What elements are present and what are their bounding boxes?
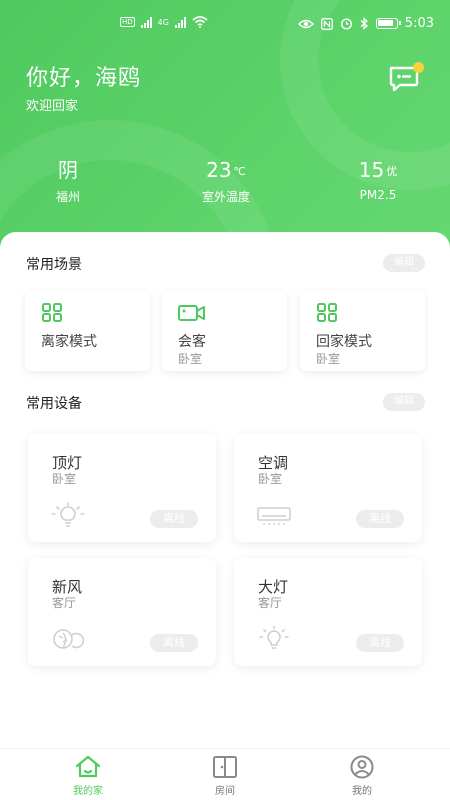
bulb-icon: [259, 626, 289, 649]
fresh-air-icon: [53, 629, 85, 649]
profile-icon: [350, 755, 374, 779]
status-badge: 离线: [150, 634, 198, 652]
temperature-value: 23: [206, 158, 232, 182]
pm25-value: 15: [358, 158, 385, 182]
tab-rooms[interactable]: 房间: [185, 755, 265, 797]
tab-label: 我的家: [73, 786, 103, 797]
bottom-tab-bar: 我的家 房间 我的: [0, 748, 450, 800]
alarm-icon: [340, 18, 352, 30]
tab-label: 我的: [352, 786, 372, 797]
device-card-main-light[interactable]: 大灯 客厅 离线: [234, 558, 422, 666]
tab-my-home[interactable]: 我的家: [48, 755, 128, 797]
main-panel: 常用场景 编辑 离家模式 会客 卧室 回家模式 卧室 常用设备 编辑 顶灯 卧室…: [0, 232, 450, 752]
status-bar: HD 4G 5:03: [0, 0, 450, 52]
weather-condition-value: 阴: [58, 158, 78, 182]
scene-room: 卧室: [316, 352, 341, 366]
scene-name: 回家模式: [316, 334, 372, 350]
ceiling-light-icon: [51, 502, 85, 527]
weather-pm25: 15 优 PM2.5: [340, 156, 416, 202]
weather-city: 福州: [55, 190, 80, 204]
video-icon: [178, 305, 205, 321]
device-room: 客厅: [52, 596, 77, 610]
header-banner: HD 4G 5:03 你好，海鸥 欢迎回家 阴 福州 23 ℃ 室外温度 15 …: [0, 0, 450, 260]
status-network: HD 4G: [120, 16, 208, 28]
battery-icon: [375, 18, 401, 29]
scenes-section-title: 常用场景: [26, 257, 82, 273]
temperature-label: 室外温度: [201, 190, 250, 204]
status-badge: 离线: [356, 510, 404, 528]
greeting-title: 你好，海鸥: [26, 66, 142, 91]
scene-name: 离家模式: [41, 334, 97, 350]
eye-icon: [297, 19, 314, 28]
device-card-ceiling-light[interactable]: 顶灯 卧室 离线: [28, 434, 216, 542]
wifi-icon: [192, 16, 208, 28]
tab-mine[interactable]: 我的: [322, 755, 402, 797]
status-badge: 离线: [356, 634, 404, 652]
device-room: 卧室: [258, 472, 283, 486]
notification-dot: [413, 62, 424, 73]
grid-icon: [42, 303, 62, 322]
nfc-icon: [320, 17, 333, 30]
network-label: 4G: [157, 17, 169, 27]
welcome-subtitle: 欢迎回家: [26, 99, 79, 114]
status-time: 5:03: [404, 16, 434, 31]
pm25-level: 优: [386, 165, 398, 178]
scene-room: 卧室: [178, 352, 203, 366]
temperature-unit: ℃: [233, 165, 246, 178]
scene-card-leave-home[interactable]: 离家模式: [25, 291, 150, 371]
device-card-air-conditioner[interactable]: 空调 卧室 离线: [234, 434, 422, 542]
scene-card-home[interactable]: 回家模式 卧室: [300, 291, 425, 371]
pm25-label: PM2.5: [359, 188, 397, 202]
weather-temperature: 23 ℃ 室外温度: [186, 156, 266, 205]
edit-scenes-button[interactable]: 编辑: [383, 254, 425, 272]
device-room: 卧室: [52, 472, 77, 486]
scene-card-guest[interactable]: 会客 卧室: [162, 291, 287, 371]
door-icon: [213, 756, 237, 778]
weather-condition: 阴 福州: [40, 156, 96, 205]
edit-devices-button[interactable]: 编辑: [383, 393, 425, 411]
signal-icon: [140, 16, 152, 28]
bluetooth-icon: [360, 17, 368, 30]
grid-icon: [317, 303, 337, 322]
home-icon: [75, 755, 101, 778]
air-conditioner-icon: [257, 507, 291, 525]
devices-section-title: 常用设备: [26, 396, 82, 412]
hd-icon: HD: [120, 17, 135, 27]
status-badge: 离线: [150, 510, 198, 528]
tab-label: 房间: [215, 786, 235, 797]
scene-name: 会客: [178, 334, 206, 350]
device-room: 客厅: [258, 596, 283, 610]
device-card-fresh-air[interactable]: 新风 客厅 离线: [28, 558, 216, 666]
signal-icon: [174, 16, 186, 28]
status-system: 5:03: [297, 16, 434, 31]
